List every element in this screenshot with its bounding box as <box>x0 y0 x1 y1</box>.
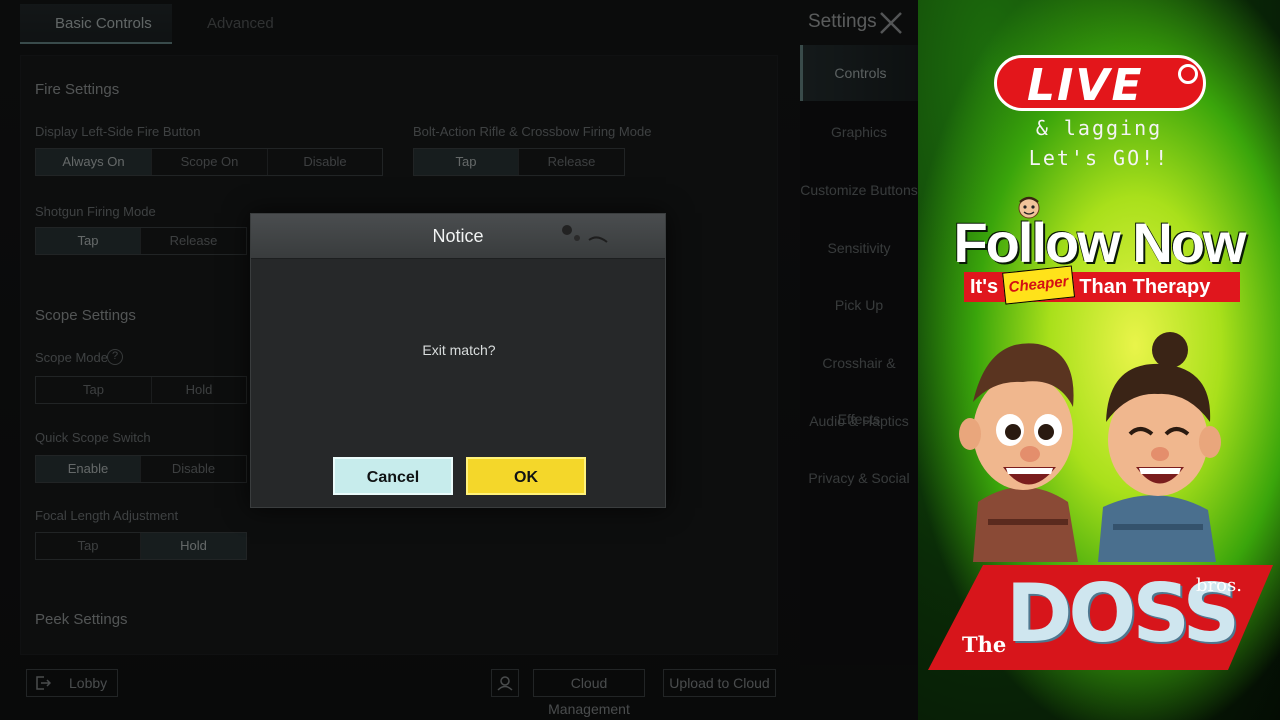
brand-the: The <box>962 632 1007 657</box>
tagline-pre: It's <box>970 276 999 298</box>
scope-mode-hold[interactable]: Hold <box>152 377 246 403</box>
side-item-crosshair-effects[interactable]: Crosshair & Effects <box>800 335 918 427</box>
cancel-button[interactable]: Cancel <box>333 457 453 495</box>
side-item-sensitivity[interactable]: Sensitivity <box>800 220 918 276</box>
left-fire-always-on[interactable]: Always On <box>36 149 152 175</box>
dialog-title: Notice <box>432 226 484 246</box>
overlay-line-lagging: & lagging <box>1035 116 1163 140</box>
shotgun-label: Shotgun Firing Mode <box>35 204 156 219</box>
lobby-label: Lobby <box>69 675 108 691</box>
tagline-cheaper: Cheaper <box>1001 265 1075 305</box>
quick-scope-disable[interactable]: Disable <box>141 456 246 482</box>
side-item-controls[interactable]: Controls <box>800 45 918 101</box>
side-item-audio-haptics[interactable]: Audio & Haptics <box>800 393 918 449</box>
upload-to-cloud-button[interactable]: Upload to Cloud <box>663 669 776 697</box>
live-dot-icon <box>1178 64 1198 84</box>
scope-mode-selector: Tap Hold <box>35 376 247 404</box>
focal-length-selector: Tap Hold <box>35 532 247 560</box>
left-fire-selector: Always On Scope On Disable <box>35 148 383 176</box>
fire-settings-title: Fire Settings <box>35 81 120 98</box>
grunge-decoration <box>562 225 608 243</box>
quick-scope-enable[interactable]: Enable <box>36 456 141 482</box>
dialog-header: Notice <box>251 214 665 259</box>
exit-icon <box>36 676 51 690</box>
follow-now-heading: Follow Now <box>953 211 1246 274</box>
ok-button[interactable]: OK <box>466 457 586 495</box>
side-item-privacy-social[interactable]: Privacy & Social <box>800 450 918 506</box>
peek-settings-title: Peek Settings <box>35 611 128 628</box>
bolt-action-tap[interactable]: Tap <box>414 149 519 175</box>
lobby-button[interactable]: Lobby <box>26 669 118 697</box>
top-tab-bar: Basic Controls Advanced Controls <box>20 4 324 72</box>
quick-scope-label: Quick Scope Switch <box>35 430 151 445</box>
tagline-post: Than Therapy <box>1079 276 1211 298</box>
side-item-pick-up[interactable]: Pick Up <box>800 277 918 333</box>
tagline-banner: It's Cheaper Than Therapy <box>964 265 1240 305</box>
dialog-message: Exit match? <box>422 342 496 358</box>
cloud-management-button[interactable]: Cloud Management <box>533 669 645 717</box>
scope-mode-label: Scope Mode <box>35 350 108 365</box>
settings-title: Settings <box>808 11 877 32</box>
cartoon-brothers-illustration <box>959 332 1221 562</box>
game-window: Basic Controls Advanced Controls Setting… <box>0 0 918 720</box>
live-label: LIVE <box>1027 60 1144 111</box>
help-icon[interactable]: ? <box>107 349 123 365</box>
cloud-user-icon <box>497 676 513 691</box>
left-fire-disable[interactable]: Disable <box>268 149 382 175</box>
side-item-graphics[interactable]: Graphics <box>800 104 918 160</box>
scope-mode-tap[interactable]: Tap <box>36 377 152 403</box>
tab-advanced-controls[interactable]: Advanced Controls <box>172 4 324 72</box>
overlay-line-lets-go: Let's GO!! <box>1028 146 1170 170</box>
close-icon[interactable] <box>878 10 904 36</box>
scope-settings-title: Scope Settings <box>35 307 136 324</box>
focal-length-label: Focal Length Adjustment <box>35 508 179 523</box>
focal-length-hold[interactable]: Hold <box>141 533 246 559</box>
brand-bros: bros. <box>1196 575 1242 596</box>
live-badge: LIVE <box>994 55 1206 111</box>
left-fire-label: Display Left-Side Fire Button <box>35 124 201 139</box>
bolt-action-selector: Tap Release <box>413 148 625 176</box>
quick-scope-selector: Enable Disable <box>35 455 247 483</box>
streamer-overlay: LIVE & lagging Let's GO!! Follow Now It'… <box>918 0 1280 720</box>
shotgun-release[interactable]: Release <box>141 228 246 254</box>
focal-length-tap[interactable]: Tap <box>36 533 141 559</box>
tab-basic-controls[interactable]: Basic Controls <box>20 4 172 44</box>
left-fire-scope-on[interactable]: Scope On <box>152 149 268 175</box>
settings-side-nav: Controls Graphics Customize Buttons Sens… <box>800 45 918 665</box>
shotgun-tap[interactable]: Tap <box>36 228 141 254</box>
brand-banner: The DOSS bros. <box>928 565 1273 670</box>
shotgun-selector: Tap Release <box>35 227 247 255</box>
side-item-customize-buttons[interactable]: Customize Buttons <box>800 162 918 218</box>
bolt-action-release[interactable]: Release <box>519 149 624 175</box>
notice-dialog: Notice Exit match? Cancel OK <box>250 213 666 508</box>
cloud-account-button[interactable] <box>491 669 519 697</box>
bolt-action-label: Bolt-Action Rifle & Crossbow Firing Mode <box>413 124 652 139</box>
